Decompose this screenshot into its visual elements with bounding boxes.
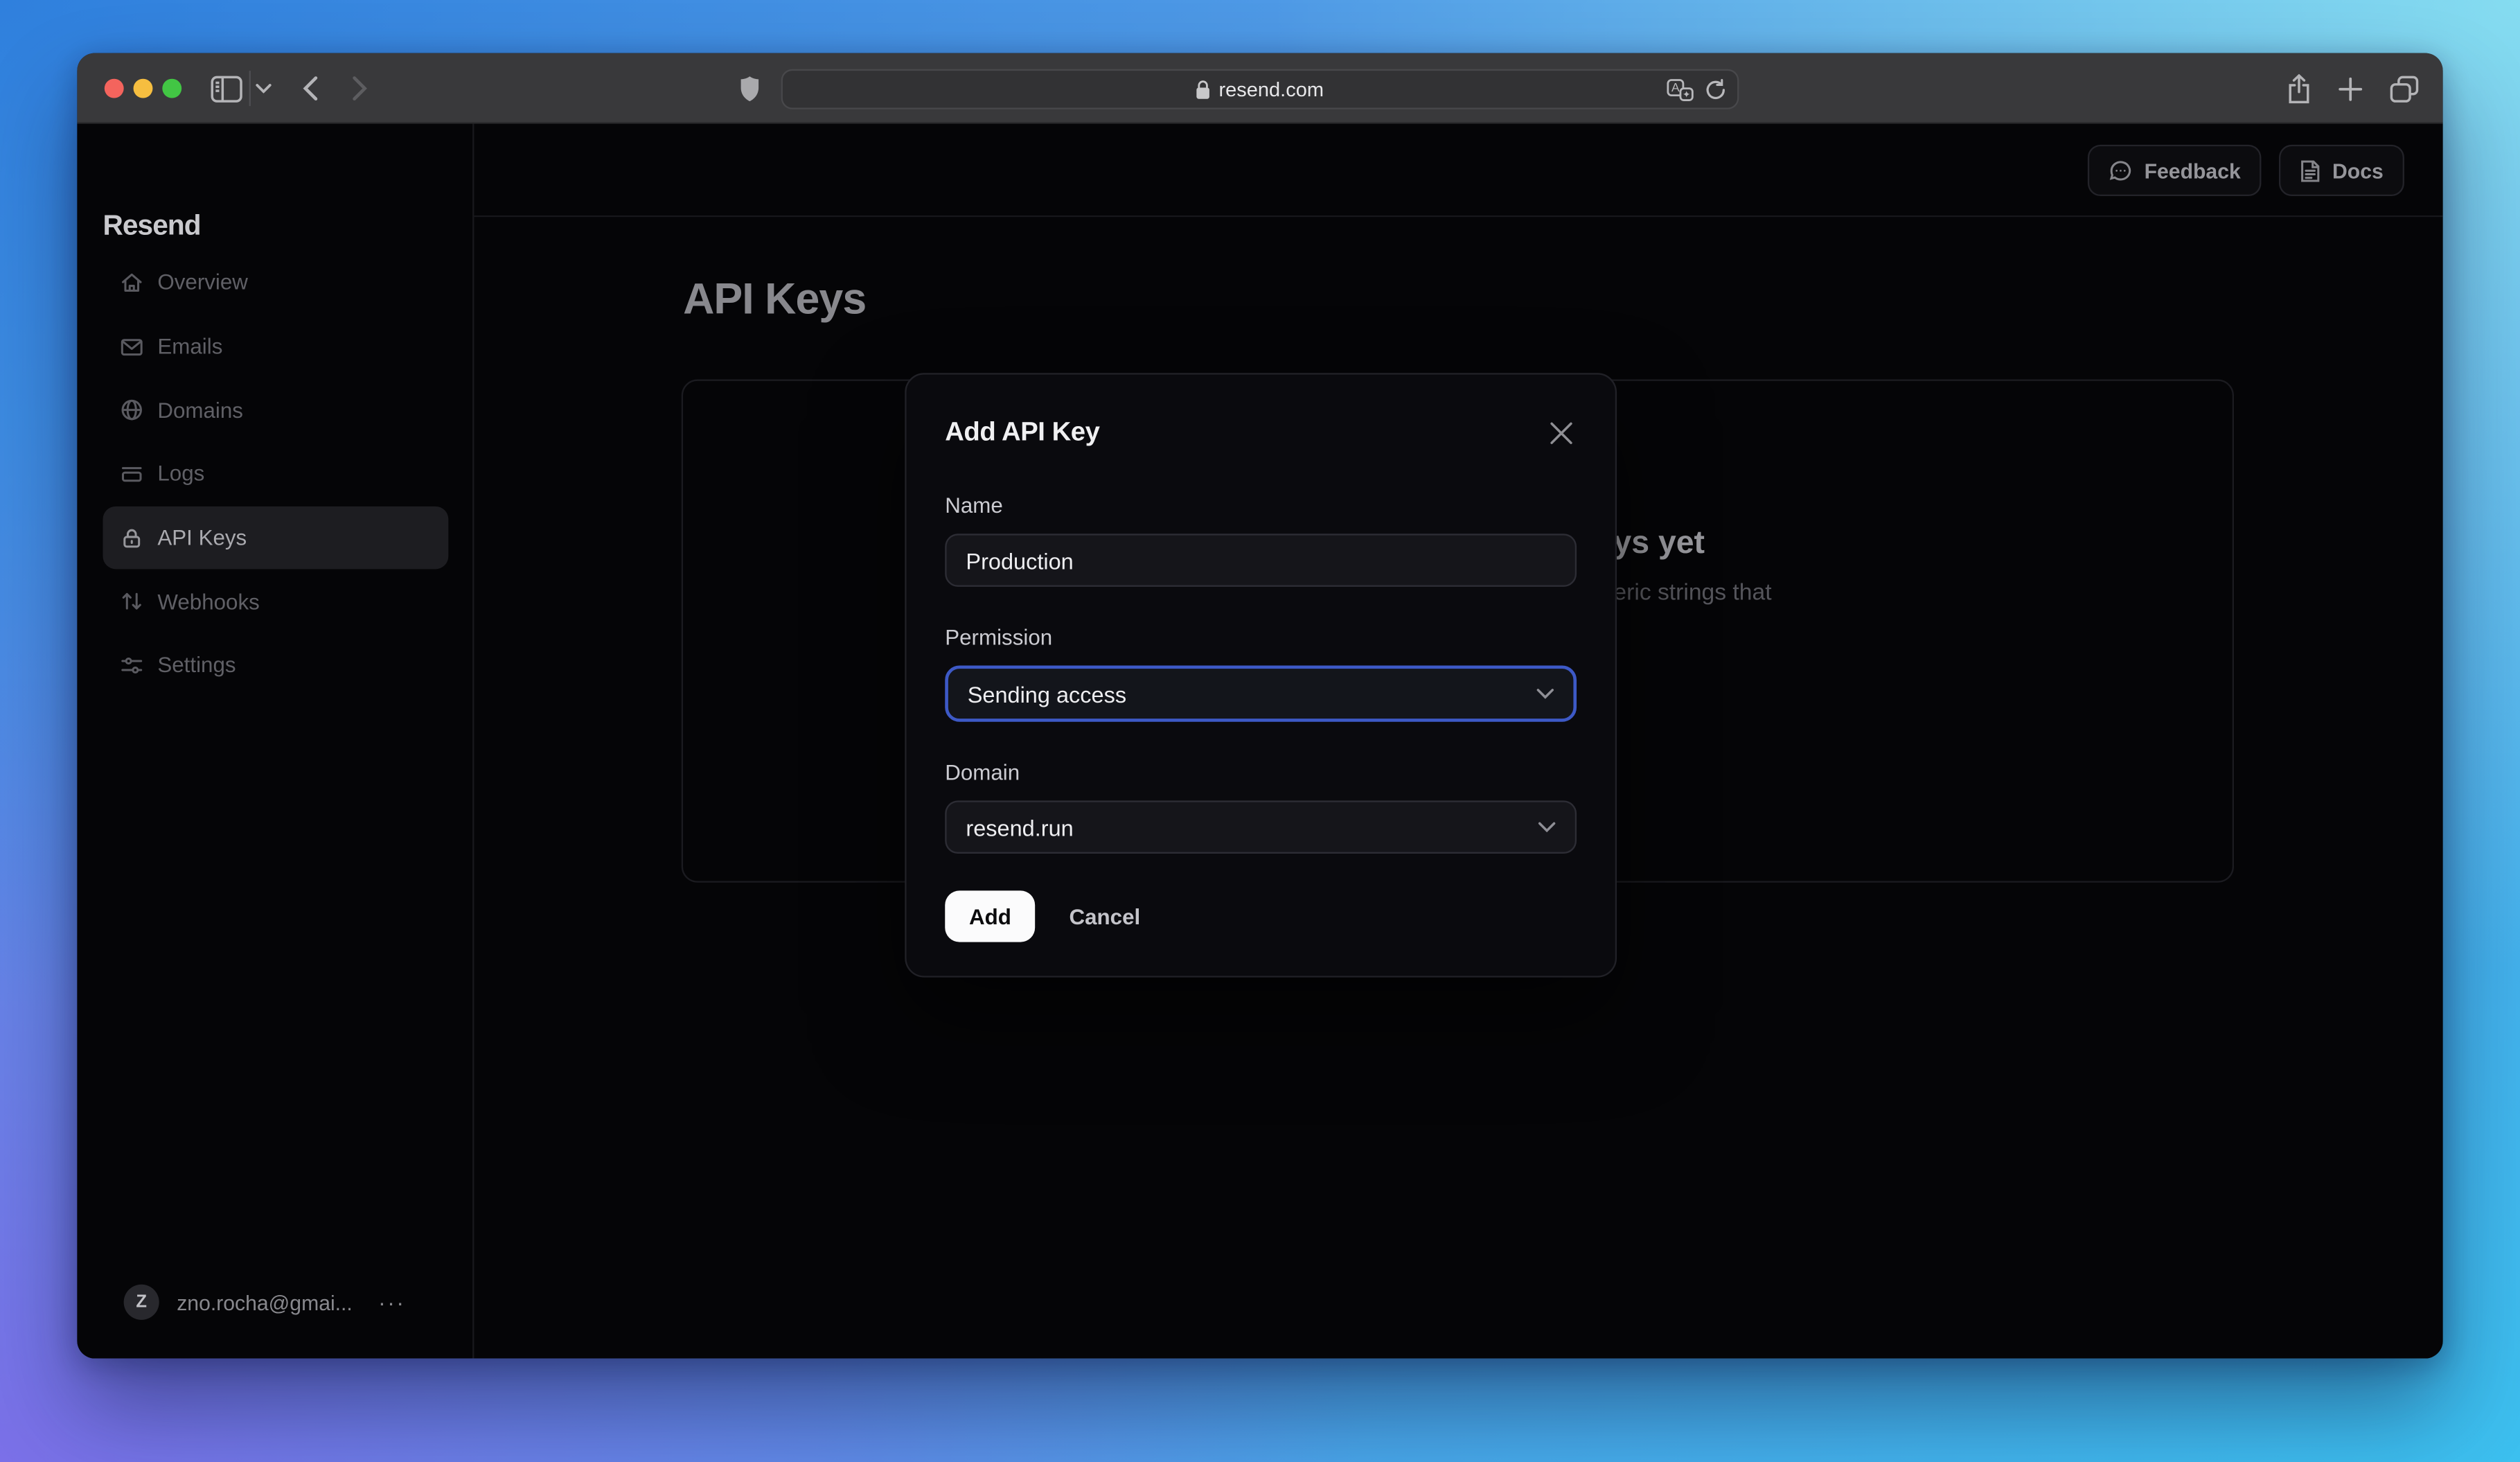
account-more-icon[interactable]: ··· xyxy=(378,1289,405,1315)
permission-select[interactable]: Sending access xyxy=(945,666,1577,723)
domain-label: Domain xyxy=(945,760,1020,785)
account-email: zno.rocha@gmai... xyxy=(177,1290,353,1315)
lock-icon xyxy=(123,529,141,547)
new-tab-icon[interactable] xyxy=(2332,71,2368,107)
dialog-title: Add API Key xyxy=(945,418,1100,448)
sidebar-item-label: Webhooks xyxy=(157,590,260,615)
empty-state-title-fragment: ys yet xyxy=(1613,526,1705,562)
docs-icon xyxy=(2301,159,2320,182)
webhooks-icon xyxy=(122,593,141,610)
header-actions: Feedback Docs xyxy=(2088,145,2404,197)
add-button[interactable]: Add xyxy=(945,890,1036,943)
close-icon[interactable] xyxy=(1546,418,1577,448)
browser-window: resend.com A ✦ Resend Overview Emails Do… xyxy=(77,53,2443,1359)
chevron-down-icon[interactable] xyxy=(251,76,276,102)
minimize-window-button[interactable] xyxy=(133,79,153,99)
sidebar-item-label: Overview xyxy=(157,271,248,295)
feedback-bubble-icon xyxy=(2110,160,2131,180)
back-button[interactable] xyxy=(294,73,326,105)
lock-icon xyxy=(1197,80,1210,99)
permission-select-value: Sending access xyxy=(967,681,1127,707)
privacy-shield-icon[interactable] xyxy=(733,73,765,105)
name-input-value: Production xyxy=(966,547,1074,574)
tab-overview-icon[interactable] xyxy=(2385,71,2424,107)
logs-icon xyxy=(121,467,142,482)
sidebar-item-domains[interactable]: Domains xyxy=(103,379,448,443)
sidebar-item-webhooks[interactable]: Webhooks xyxy=(103,570,448,634)
sidebar-toggle-icon[interactable] xyxy=(207,69,246,108)
chevron-down-icon xyxy=(1538,822,1556,833)
forward-button[interactable] xyxy=(344,73,376,105)
sidebar-item-label: Domains xyxy=(157,398,243,423)
url-text: resend.com xyxy=(1218,78,1324,101)
sidebar-item-overview[interactable]: Overview xyxy=(103,251,448,315)
sidebar-nav: Overview Emails Domains Logs API Keys We… xyxy=(103,251,449,698)
mail-icon xyxy=(121,338,143,355)
chevron-down-icon xyxy=(1536,689,1554,700)
page-title: API Keys xyxy=(683,275,867,324)
close-window-button[interactable] xyxy=(104,79,124,99)
resend-logo: Resend xyxy=(103,209,201,242)
translate-icon[interactable]: A ✦ xyxy=(1667,78,1694,101)
svg-text:A: A xyxy=(1671,80,1680,94)
sidebar: Resend Overview Emails Domains Logs API … xyxy=(77,124,474,1359)
address-bar[interactable]: resend.com A ✦ xyxy=(781,69,1739,110)
docs-button[interactable]: Docs xyxy=(2279,145,2404,197)
name-label: Name xyxy=(945,493,1003,518)
sidebar-item-api-keys[interactable]: API Keys xyxy=(103,506,449,570)
sliders-icon xyxy=(121,658,143,674)
sidebar-item-emails[interactable]: Emails xyxy=(103,315,448,379)
sidebar-item-label: Emails xyxy=(157,335,223,359)
header-divider xyxy=(474,215,2443,218)
zoom-window-button[interactable] xyxy=(162,79,182,99)
domain-select[interactable]: resend.run xyxy=(945,800,1577,854)
sidebar-item-label: API Keys xyxy=(157,526,247,551)
stage: resend.com A ✦ Resend Overview Emails Do… xyxy=(0,0,2520,1461)
sidebar-item-label: Logs xyxy=(157,462,205,487)
share-icon[interactable] xyxy=(2280,71,2316,107)
globe-icon xyxy=(121,400,142,421)
cancel-button[interactable]: Cancel xyxy=(1069,905,1140,929)
browser-toolbar: resend.com A ✦ xyxy=(77,53,2443,125)
window-controls xyxy=(104,79,182,99)
sidebar-item-label: Settings xyxy=(157,653,236,678)
empty-state-description-fragment: eric strings that xyxy=(1613,581,1772,607)
reload-icon[interactable] xyxy=(1705,78,1726,100)
domain-select-value: resend.run xyxy=(966,814,1074,840)
feedback-label: Feedback xyxy=(2144,159,2241,183)
sidebar-item-settings[interactable]: Settings xyxy=(103,634,448,698)
avatar: Z xyxy=(123,1285,159,1321)
name-input[interactable]: Production xyxy=(945,534,1577,588)
add-api-key-dialog: Add API Key Name Production Permission S… xyxy=(905,373,1617,978)
home-icon xyxy=(121,273,142,292)
account-menu[interactable]: Z zno.rocha@gmai... ··· xyxy=(123,1285,406,1321)
feedback-button[interactable]: Feedback xyxy=(2088,145,2262,197)
svg-text:✦: ✦ xyxy=(1683,88,1691,99)
permission-label: Permission xyxy=(945,626,1053,650)
sidebar-item-logs[interactable]: Logs xyxy=(103,443,448,507)
docs-label: Docs xyxy=(2332,159,2384,183)
